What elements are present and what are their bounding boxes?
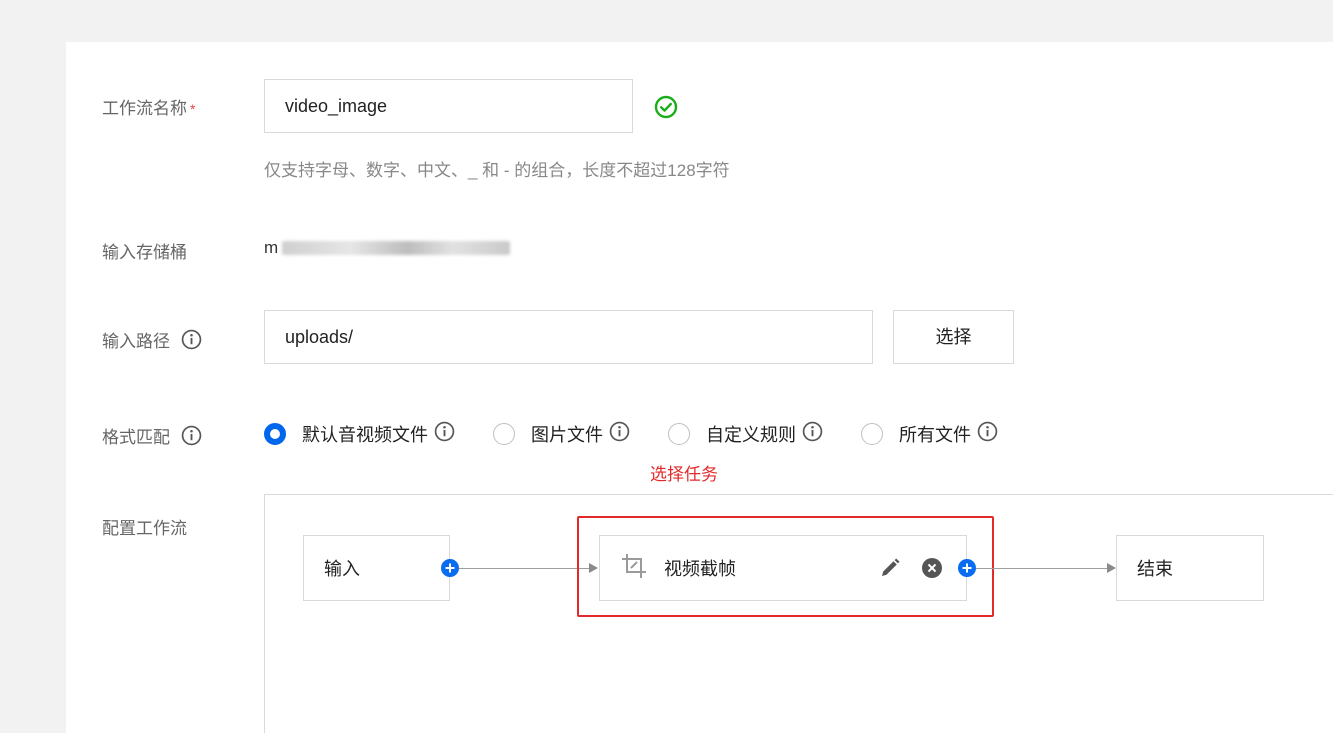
format-match-label: 格式匹配 bbox=[102, 423, 202, 451]
required-mark: * bbox=[190, 101, 196, 117]
arrow-head bbox=[1107, 563, 1116, 573]
input-bucket-value: m bbox=[264, 238, 511, 258]
radio-button-checked[interactable] bbox=[264, 423, 286, 445]
workflow-name-input[interactable] bbox=[264, 79, 633, 133]
workflow-name-label: 工作流名称 * bbox=[102, 99, 196, 118]
radio-default-av-files[interactable]: 默认音视频文件 bbox=[264, 421, 455, 447]
workflow-node-end[interactable]: 结束 bbox=[1116, 535, 1264, 601]
edit-icon[interactable] bbox=[879, 557, 901, 584]
info-icon[interactable] bbox=[609, 421, 630, 447]
add-step-icon[interactable] bbox=[958, 559, 976, 577]
annotation-select-task: 选择任务 bbox=[650, 465, 718, 484]
input-path-input[interactable] bbox=[264, 310, 873, 364]
radio-button[interactable] bbox=[861, 423, 883, 445]
info-icon[interactable] bbox=[181, 329, 202, 355]
check-circle-icon bbox=[654, 95, 678, 124]
radio-image-files[interactable]: 图片文件 bbox=[493, 421, 630, 447]
info-icon[interactable] bbox=[977, 421, 998, 447]
input-bucket-label: 输入存储桶 bbox=[102, 243, 187, 262]
info-icon[interactable] bbox=[181, 425, 202, 451]
radio-custom-rule[interactable]: 自定义规则 bbox=[668, 421, 823, 447]
radio-button[interactable] bbox=[668, 423, 690, 445]
info-icon[interactable] bbox=[434, 421, 455, 447]
radio-button[interactable] bbox=[493, 423, 515, 445]
info-icon[interactable] bbox=[802, 421, 823, 447]
format-radio-group: 默认音视频文件 图片文件 自定义规则 所有文件 bbox=[264, 416, 1036, 452]
redacted-bucket-name bbox=[282, 241, 511, 255]
select-path-button[interactable]: 选择 bbox=[893, 310, 1014, 364]
workflow-node-input[interactable]: 输入 bbox=[303, 535, 450, 601]
crop-icon bbox=[620, 552, 648, 585]
workflow-name-hint: 仅支持字母、数字、中文、_ 和 - 的组合，长度不超过128字符 bbox=[264, 161, 730, 180]
input-path-label: 输入路径 bbox=[102, 327, 202, 355]
radio-all-files[interactable]: 所有文件 bbox=[861, 421, 998, 447]
add-step-icon[interactable] bbox=[441, 559, 459, 577]
configure-workflow-label: 配置工作流 bbox=[102, 519, 187, 538]
workflow-node-video-frame-capture[interactable]: 视频截帧 bbox=[599, 535, 967, 601]
connector-line bbox=[459, 568, 589, 569]
connector-line bbox=[976, 568, 1108, 569]
delete-node-icon[interactable] bbox=[922, 558, 942, 578]
